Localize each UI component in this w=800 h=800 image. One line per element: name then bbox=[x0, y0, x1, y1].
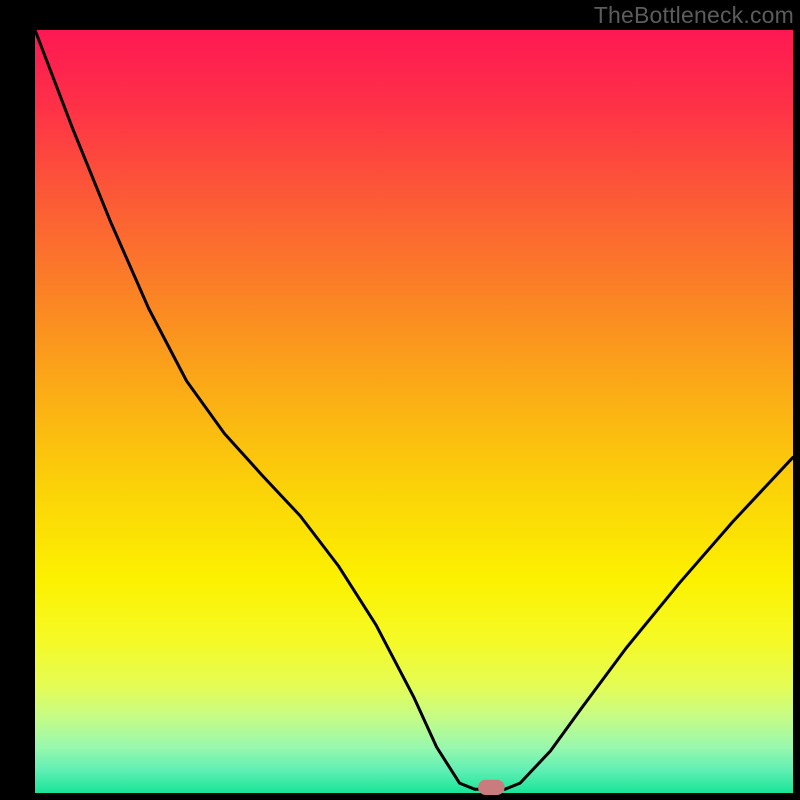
chart-svg bbox=[0, 0, 800, 800]
plot-background bbox=[35, 30, 793, 793]
chart-canvas: TheBottleneck.com bbox=[0, 0, 800, 800]
minimum-marker bbox=[478, 780, 505, 795]
